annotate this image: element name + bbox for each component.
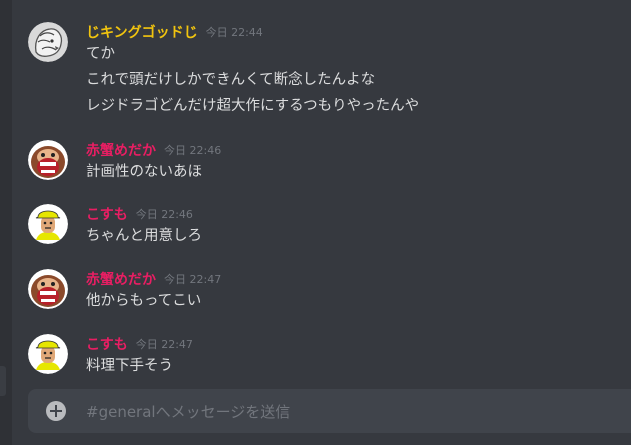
message-group: こすも 今日 22:46 ちゃんと用意しろ [12, 204, 631, 248]
message-header: こすも 今日 22:47 [86, 334, 193, 354]
message-group: 赤蟹めだか 今日 22:47 他からもってこい [12, 269, 631, 313]
message-text: 他からもってこい [86, 293, 202, 309]
username[interactable]: こすも [86, 334, 128, 354]
hardhat-avatar-icon[interactable] [28, 204, 68, 244]
username[interactable]: 赤蟹めだか [86, 269, 156, 289]
ape-avatar-icon[interactable] [28, 140, 68, 180]
timestamp: 今日 22:44 [205, 26, 263, 39]
lion-avatar-icon[interactable] [28, 22, 68, 62]
message-text: 計画性のないあほ [86, 164, 202, 180]
message-group: 赤蟹めだか 今日 22:46 計画性のないあほ [12, 140, 631, 184]
message-header: 赤蟹めだか 今日 22:46 [86, 140, 221, 160]
message-group: じキングゴッドじ 今日 22:44 てか これで頭だけしかできんくて断念したんよ… [12, 22, 631, 122]
hardhat-avatar-icon[interactable] [28, 334, 68, 374]
message-composer [28, 389, 631, 435]
message-text: てか [86, 46, 115, 62]
ape-avatar-icon[interactable] [28, 269, 68, 309]
username[interactable]: 赤蟹めだか [86, 140, 156, 160]
message-text: 料理下手そう [86, 358, 173, 374]
message-header: こすも 今日 22:46 [86, 204, 193, 224]
message-input[interactable] [84, 389, 621, 435]
timestamp: 今日 22:47 [135, 338, 193, 351]
sidebar-scroll-tick [0, 366, 6, 396]
sidebar-edge [0, 0, 12, 445]
message-text: これで頭だけしかできんくて断念したんよな [86, 72, 376, 88]
timestamp: 今日 22:46 [135, 208, 193, 221]
timestamp: 今日 22:46 [164, 144, 222, 157]
message-header: 赤蟹めだか 今日 22:47 [86, 269, 221, 289]
plus-circle-icon[interactable] [46, 401, 66, 421]
message-text: ちゃんと用意しろ [86, 228, 202, 244]
message-group: こすも 今日 22:47 料理下手そう [12, 334, 631, 378]
username[interactable]: じキングゴッドじ [86, 22, 198, 42]
timestamp: 今日 22:47 [164, 273, 222, 286]
username[interactable]: こすも [86, 204, 128, 224]
message-text: レジドラゴどんだけ超大作にするつもりやったんや [86, 98, 420, 114]
message-header: じキングゴッドじ 今日 22:44 [86, 22, 263, 42]
